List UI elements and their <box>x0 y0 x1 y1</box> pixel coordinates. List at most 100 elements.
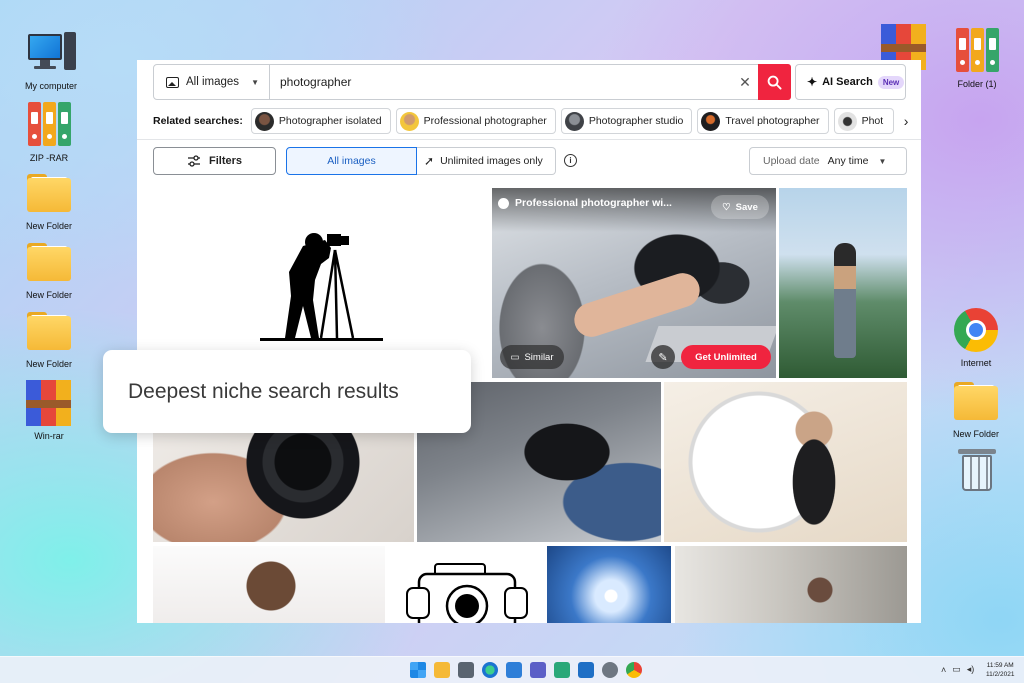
clock-time: 11:59 AM <box>986 662 1014 669</box>
caret-down-icon: ▼ <box>251 77 259 87</box>
taskbar-apps <box>410 662 642 678</box>
desktop-icon-my-computer[interactable]: My computer <box>11 28 91 91</box>
desktop-icon-label: Win-rar <box>34 431 64 441</box>
sort-value: Any time <box>827 155 869 167</box>
result-image[interactable] <box>389 546 543 623</box>
windows-start-icon[interactable] <box>410 662 426 678</box>
save-button[interactable]: ♡ Save <box>711 195 769 219</box>
heart-icon: ♡ <box>722 201 731 213</box>
chevron-up-icon[interactable]: ˄ <box>941 665 946 675</box>
all-images-label: All images <box>327 155 376 167</box>
network-icon[interactable]: ▭ <box>952 664 961 675</box>
magic-wand-icon[interactable]: ✎ <box>651 345 675 369</box>
desktop-icon-label: ZIP -RAR <box>29 153 69 163</box>
ai-search-label: AI Search <box>822 76 873 88</box>
sparkle-icon: ✦ <box>807 75 818 89</box>
result-image[interactable] <box>664 382 907 542</box>
sort-select[interactable]: Upload date Any time ▼ <box>749 147 907 175</box>
image-title: Professional photographer wi... <box>498 197 698 209</box>
result-image[interactable] <box>153 546 385 623</box>
desktop-icon-label: New Folder <box>25 359 72 369</box>
chip-label: Professional photographer <box>423 115 547 127</box>
desktop-icon-label: New Folder <box>952 429 999 439</box>
edge-icon[interactable] <box>482 662 498 678</box>
ai-search-button[interactable]: ✦ AI Search New <box>795 64 906 100</box>
desktop-icon-new-folder-right[interactable]: New Folder <box>936 376 1016 439</box>
related-searches: Related searches: Photographer isolated … <box>153 108 913 134</box>
image-icon <box>166 76 179 88</box>
folder-icon <box>951 376 1001 426</box>
filters-label: Filters <box>208 155 242 167</box>
unlimited-images-toggle[interactable]: ➚ Unlimited images only <box>417 147 556 175</box>
search-icon <box>767 75 782 90</box>
image-type-select[interactable]: All images ▼ <box>154 65 270 99</box>
file-explorer-icon[interactable] <box>434 662 450 678</box>
related-chip[interactable]: Phot <box>833 108 895 134</box>
desktop-icon-new-folder[interactable]: New Folder <box>9 237 89 300</box>
desktop-icon-label: Internet <box>960 358 992 368</box>
chip-label: Photographer isolated <box>278 115 382 127</box>
desktop-icon-folder-1[interactable]: Folder (1) <box>937 26 1017 89</box>
chip-label: Phot <box>861 115 884 127</box>
all-images-toggle[interactable]: All images <box>286 147 417 175</box>
chip-thumbnail <box>701 111 721 131</box>
related-chip[interactable]: Travel photographer <box>697 108 829 134</box>
similar-label: Similar <box>524 351 554 363</box>
similar-button[interactable]: ▭ Similar <box>500 345 564 369</box>
chip-thumbnail <box>254 111 274 131</box>
desktop-icon-new-folder[interactable]: New Folder <box>9 168 89 231</box>
related-chip[interactable]: Photographer studio <box>560 108 693 134</box>
taskbar-clock[interactable]: 11:59 AM 11/2/2021 <box>986 661 1014 679</box>
filters-button[interactable]: Filters <box>153 147 276 175</box>
chip-label: Photographer studio <box>588 115 684 127</box>
chip-label: Travel photographer <box>725 115 820 127</box>
image-type-label: All images <box>186 76 240 88</box>
featured-result-image[interactable]: Professional photographer wi... ♡ Save ▭… <box>492 188 776 378</box>
clear-search-icon[interactable]: ✕ <box>732 65 758 99</box>
folder-icon <box>24 237 74 287</box>
desktop-icon-label: New Folder <box>25 290 72 300</box>
desktop-icon-label: New Folder <box>25 221 72 231</box>
sort-label: Upload date <box>763 155 820 167</box>
search-button[interactable] <box>758 64 791 100</box>
taskbar: ˄ ▭ ◂) 11:59 AM 11/2/2021 <box>0 656 1024 683</box>
chrome-taskbar-icon[interactable] <box>626 662 642 678</box>
get-unlimited-button[interactable]: Get Unlimited <box>681 345 771 369</box>
info-icon[interactable]: i <box>564 154 577 167</box>
search-input[interactable] <box>270 65 732 99</box>
result-image[interactable] <box>547 546 671 623</box>
divider <box>137 139 921 140</box>
desktop-icon-label: My computer <box>24 81 77 91</box>
settings-icon[interactable] <box>602 662 618 678</box>
desktop-icon-internet[interactable]: Internet <box>936 305 1016 368</box>
winrar-icon <box>24 378 74 428</box>
unlimited-images-label: Unlimited images only <box>440 155 543 167</box>
store-icon[interactable] <box>506 662 522 678</box>
stack-icon: ▭ <box>510 351 520 363</box>
desktop-icon-recycle-bin[interactable] <box>937 445 1017 495</box>
result-image[interactable] <box>779 188 907 378</box>
photo-content <box>834 243 856 358</box>
chrome-icon <box>951 305 1001 355</box>
related-chip[interactable]: Photographer isolated <box>250 108 391 134</box>
chip-thumbnail <box>399 111 419 131</box>
camera-illustration-image <box>406 563 528 623</box>
feature-callout: Deepest niche search results <box>103 350 471 433</box>
desktop-icon-win-rar[interactable]: Win-rar <box>9 378 89 441</box>
related-chip[interactable]: Professional photographer <box>395 108 556 134</box>
chevron-right-icon[interactable]: › <box>899 108 913 134</box>
photos-icon[interactable] <box>578 662 594 678</box>
maps-icon[interactable] <box>554 662 570 678</box>
folder-icon <box>24 168 74 218</box>
result-image[interactable] <box>675 546 907 623</box>
volume-icon[interactable]: ◂) <box>967 664 975 675</box>
rocket-icon <box>498 197 509 209</box>
teams-icon[interactable] <box>530 662 546 678</box>
desktop-icon-new-folder[interactable]: New Folder <box>9 306 89 369</box>
sliders-icon <box>187 155 200 167</box>
desktop-icon-zip-rar[interactable]: ZIP -RAR <box>9 100 89 163</box>
related-searches-label: Related searches: <box>153 115 243 127</box>
computer-icon <box>26 28 76 78</box>
camera-icon[interactable] <box>458 662 474 678</box>
save-label: Save <box>735 201 758 213</box>
